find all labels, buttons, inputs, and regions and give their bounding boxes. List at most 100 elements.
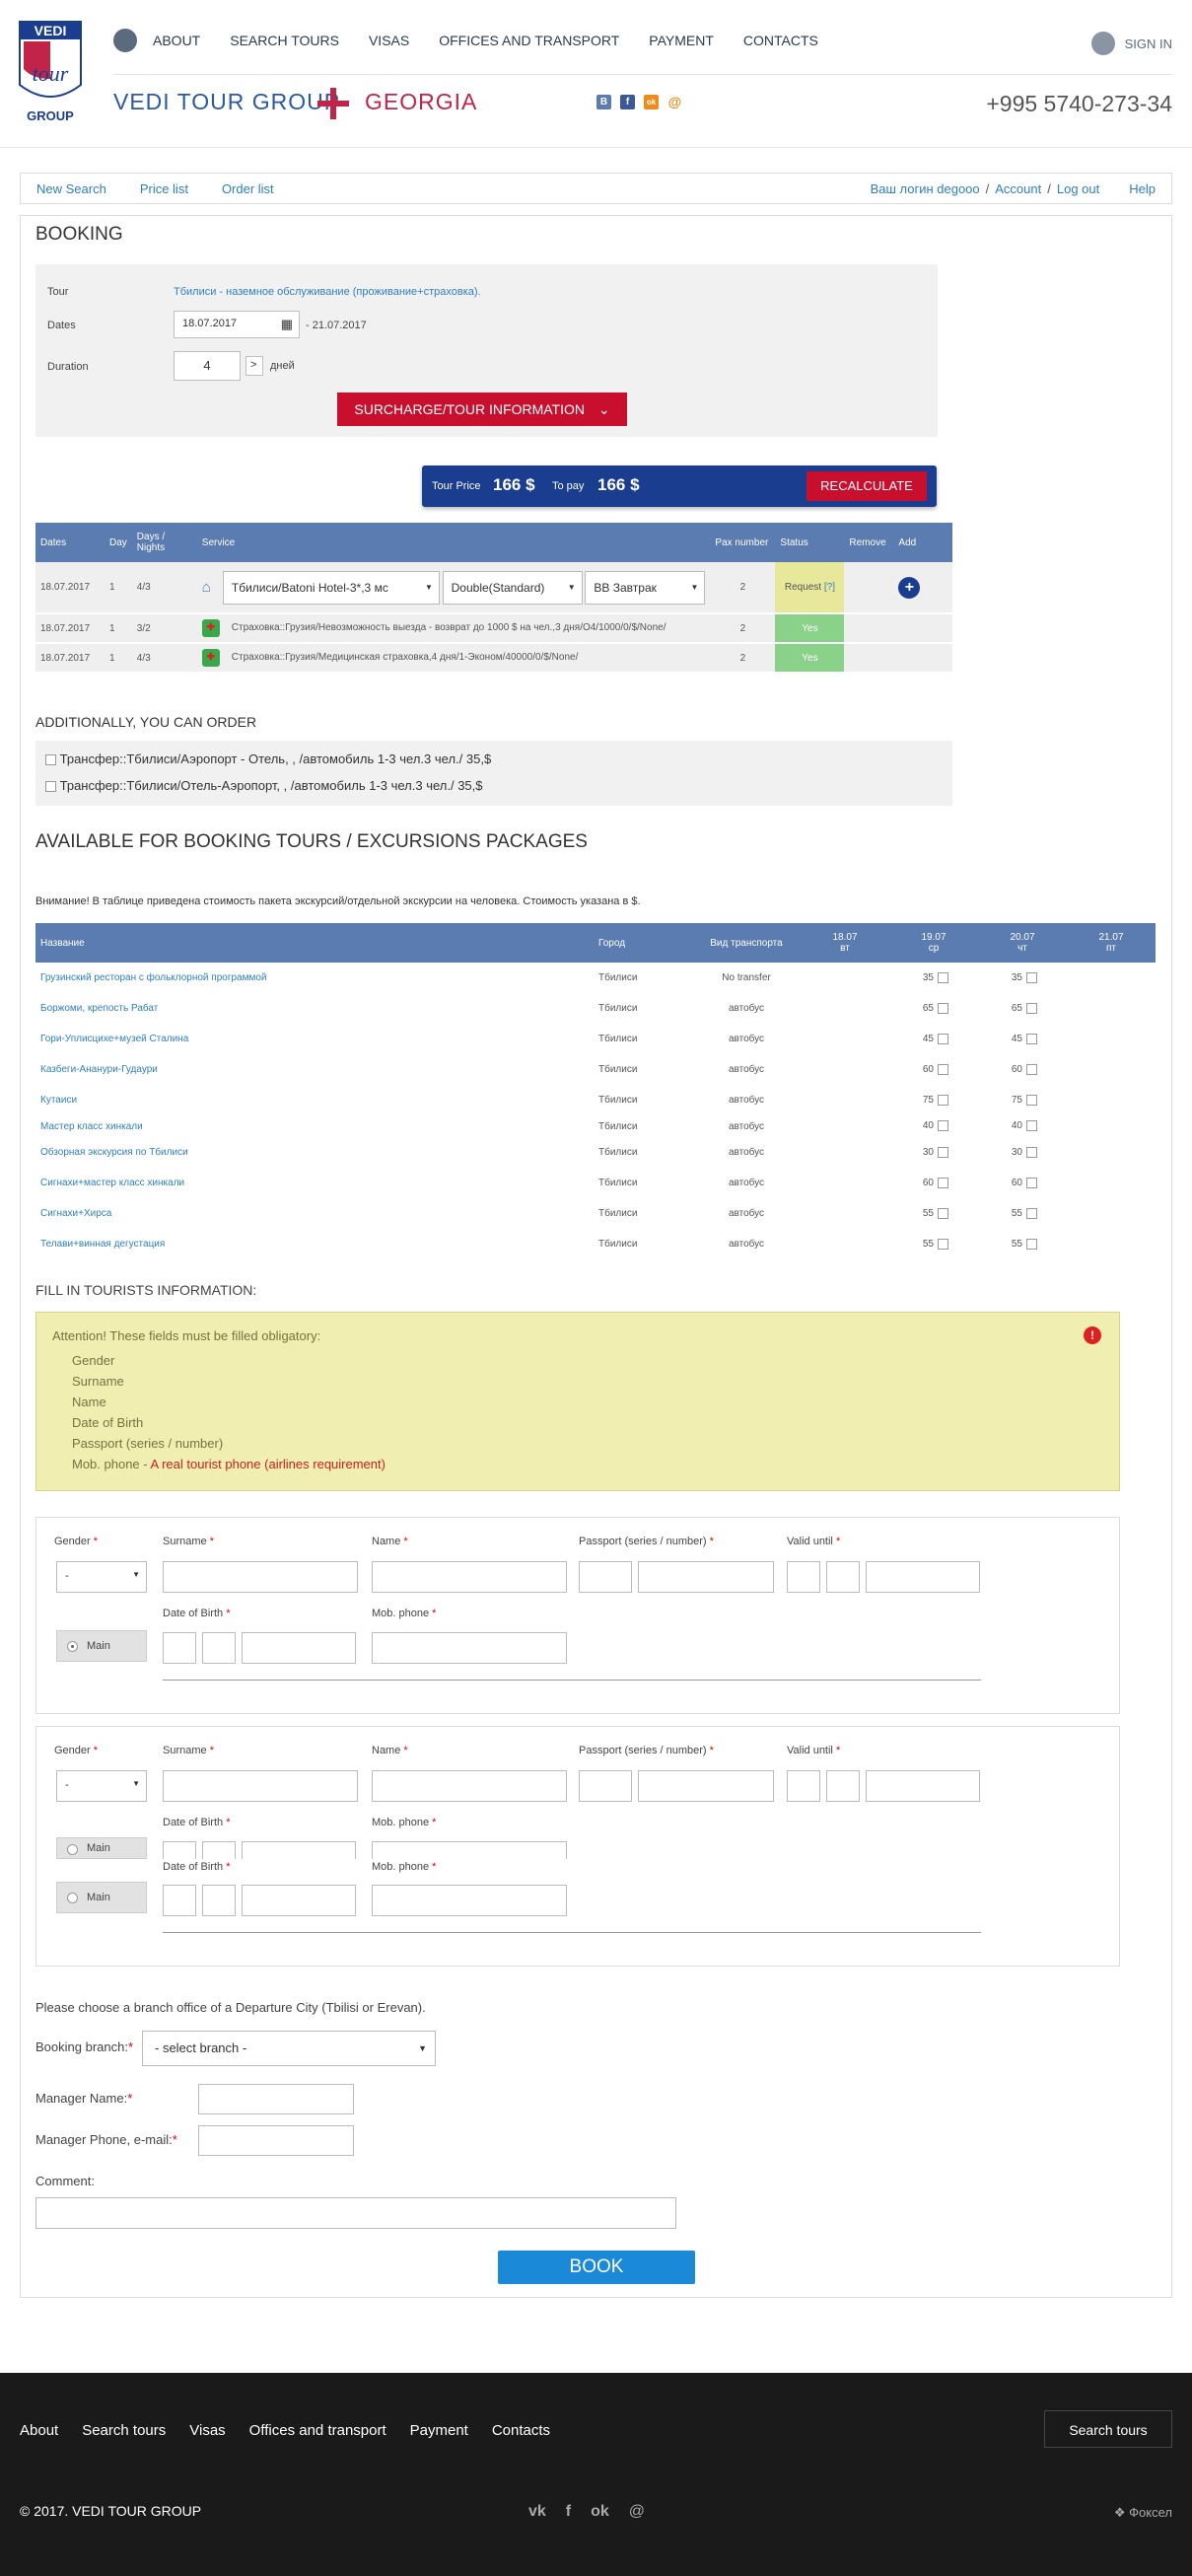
checkbox[interactable] (45, 781, 56, 793)
gender-select[interactable]: - ▼ (56, 1561, 147, 1593)
duration-input[interactable]: 4 (174, 351, 241, 381)
dob-month-input[interactable] (202, 1885, 236, 1916)
vedi-tour-logo[interactable]: VEDI tour GROUP (18, 20, 83, 126)
comment-input[interactable] (35, 2197, 676, 2229)
valid-month-input[interactable] (826, 1770, 860, 1802)
odnoklassniki-icon[interactable]: ok (644, 95, 659, 109)
surname-input[interactable] (163, 1770, 358, 1802)
facebook-icon[interactable]: f (620, 95, 635, 109)
gender-select[interactable]: - ▼ (56, 1770, 147, 1802)
passport-number-input[interactable] (638, 1770, 774, 1802)
footer-payment[interactable]: Payment (410, 2422, 468, 2439)
additional-item[interactable]: Трансфер::Тбилиси/Отель-Аэропорт, , /авт… (45, 778, 483, 793)
email-icon[interactable]: @ (629, 2503, 645, 2521)
checkbox[interactable] (938, 1120, 948, 1132)
email-icon[interactable]: @ (667, 95, 682, 109)
footer-visas[interactable]: Visas (189, 2422, 225, 2439)
footer-search-tours[interactable]: Search tours (82, 2422, 166, 2439)
additional-item[interactable]: Трансфер::Тбилиси/Аэропорт - Отель, , /а… (45, 751, 491, 766)
checkbox[interactable] (1026, 1033, 1037, 1044)
signin-link[interactable]: SIGN IN (1090, 32, 1172, 55)
logout-link[interactable]: Log out (1057, 181, 1099, 196)
excursion-name[interactable]: Сигнахи+мастер класс хинкали (35, 1168, 594, 1198)
room-select[interactable]: Double(Standard) (442, 570, 583, 605)
name-input[interactable] (372, 1561, 567, 1593)
add-service-icon[interactable]: + (898, 576, 921, 599)
nav-about[interactable]: ABOUT (153, 33, 200, 48)
main-tourist-radio[interactable]: Main (56, 1630, 147, 1662)
odnoklassniki-icon[interactable]: ok (591, 2503, 609, 2521)
excursion-name[interactable]: Боржоми, крепость Рабат (35, 993, 594, 1024)
date-from-input[interactable]: 18.07.2017 ▦ (174, 311, 300, 338)
footer-contacts[interactable]: Contacts (492, 2422, 550, 2439)
excursion-name[interactable]: Сигнахи+Хирса (35, 1198, 594, 1229)
tour-value[interactable]: Тбилиси - наземное обслуживание (прожива… (174, 286, 481, 298)
hotel-select[interactable]: Тбилиси/Batoni Hotel-3*,3 мс (222, 570, 440, 605)
mob-phone-input[interactable] (372, 1841, 567, 1859)
home-icon[interactable] (113, 29, 137, 52)
nav-visas[interactable]: VISAS (369, 33, 409, 48)
radio-unselected[interactable] (67, 1893, 78, 1903)
checkbox[interactable] (1026, 1063, 1037, 1075)
phone-number[interactable]: +995 5740-273-34 (986, 91, 1172, 117)
checkbox[interactable] (1026, 1002, 1037, 1014)
surcharge-button[interactable]: SURCHARGE/TOUR INFORMATION ⌄ (337, 393, 627, 426)
checkbox[interactable] (1026, 1120, 1037, 1132)
checkbox[interactable] (1026, 1207, 1037, 1219)
valid-day-input[interactable] (787, 1770, 820, 1802)
manager-phone-input[interactable] (198, 2125, 354, 2156)
manager-name-input[interactable] (198, 2084, 354, 2114)
login-name[interactable]: Ваш логин degooo (871, 181, 980, 196)
price-list-link[interactable]: Price list (140, 181, 188, 196)
help-link[interactable]: Help (1129, 181, 1156, 196)
valid-year-input[interactable] (866, 1561, 980, 1593)
main-tourist-radio[interactable]: Main (56, 1882, 147, 1913)
excursion-name[interactable]: Казбеги-Ананури-Гудаури (35, 1054, 594, 1085)
nav-offices[interactable]: OFFICES AND TRANSPORT (439, 33, 619, 48)
facebook-icon[interactable]: f (566, 2503, 571, 2521)
order-list-link[interactable]: Order list (222, 181, 274, 196)
surname-input[interactable] (163, 1561, 358, 1593)
excursion-name[interactable]: Гори-Уплисцихе+музей Сталина (35, 1024, 594, 1054)
name-input[interactable] (372, 1770, 567, 1802)
dob-day-input[interactable] (163, 1841, 196, 1859)
mob-phone-input[interactable] (372, 1885, 567, 1916)
calendar-icon[interactable]: ▦ (281, 317, 293, 332)
footer-search-button[interactable]: Search tours (1044, 2410, 1172, 2448)
dob-day-input[interactable] (163, 1632, 196, 1664)
checkbox[interactable] (938, 1207, 948, 1219)
duration-increment-button[interactable]: > (245, 356, 263, 376)
book-button[interactable]: BOOK (498, 2251, 695, 2284)
radio-unselected[interactable] (67, 1844, 78, 1855)
checkbox[interactable] (938, 1146, 948, 1158)
dob-year-input[interactable] (242, 1841, 356, 1859)
excursion-name[interactable]: Грузинский ресторан с фольклорной програ… (35, 963, 594, 993)
foxel-credit[interactable]: ❖ Фоксел (1114, 2505, 1172, 2521)
meal-select[interactable]: BB Завтрак (585, 570, 706, 605)
nav-contacts[interactable]: CONTACTS (743, 33, 818, 48)
nav-search-tours[interactable]: SEARCH TOURS (230, 33, 339, 48)
mob-phone-input[interactable] (372, 1632, 567, 1664)
booking-branch-select[interactable]: - select branch - ▼ (142, 2031, 436, 2066)
checkbox[interactable] (938, 971, 948, 983)
recalculate-button[interactable]: RECALCULATE (806, 471, 927, 501)
checkbox[interactable] (938, 1033, 948, 1044)
excursion-name[interactable]: Мастер класс хинкали (35, 1115, 594, 1137)
checkbox[interactable] (1026, 1177, 1037, 1188)
dob-month-input[interactable] (202, 1632, 236, 1664)
passport-number-input[interactable] (638, 1561, 774, 1593)
footer-about[interactable]: About (20, 2422, 58, 2439)
new-search-link[interactable]: New Search (36, 181, 106, 196)
excursion-name[interactable]: Кутаиси (35, 1085, 594, 1115)
excursion-name[interactable]: Обзорная экскурсия по Тбилиси (35, 1137, 594, 1168)
checkbox[interactable] (938, 1094, 948, 1106)
radio-selected[interactable] (67, 1641, 78, 1652)
checkbox[interactable] (45, 754, 56, 766)
passport-series-input[interactable] (579, 1561, 632, 1593)
checkbox[interactable] (938, 1238, 948, 1250)
checkbox[interactable] (938, 1063, 948, 1075)
checkbox[interactable] (1026, 1146, 1037, 1158)
vk-icon[interactable]: В (596, 95, 611, 109)
checkbox[interactable] (1026, 971, 1037, 983)
dob-year-input[interactable] (242, 1632, 356, 1664)
